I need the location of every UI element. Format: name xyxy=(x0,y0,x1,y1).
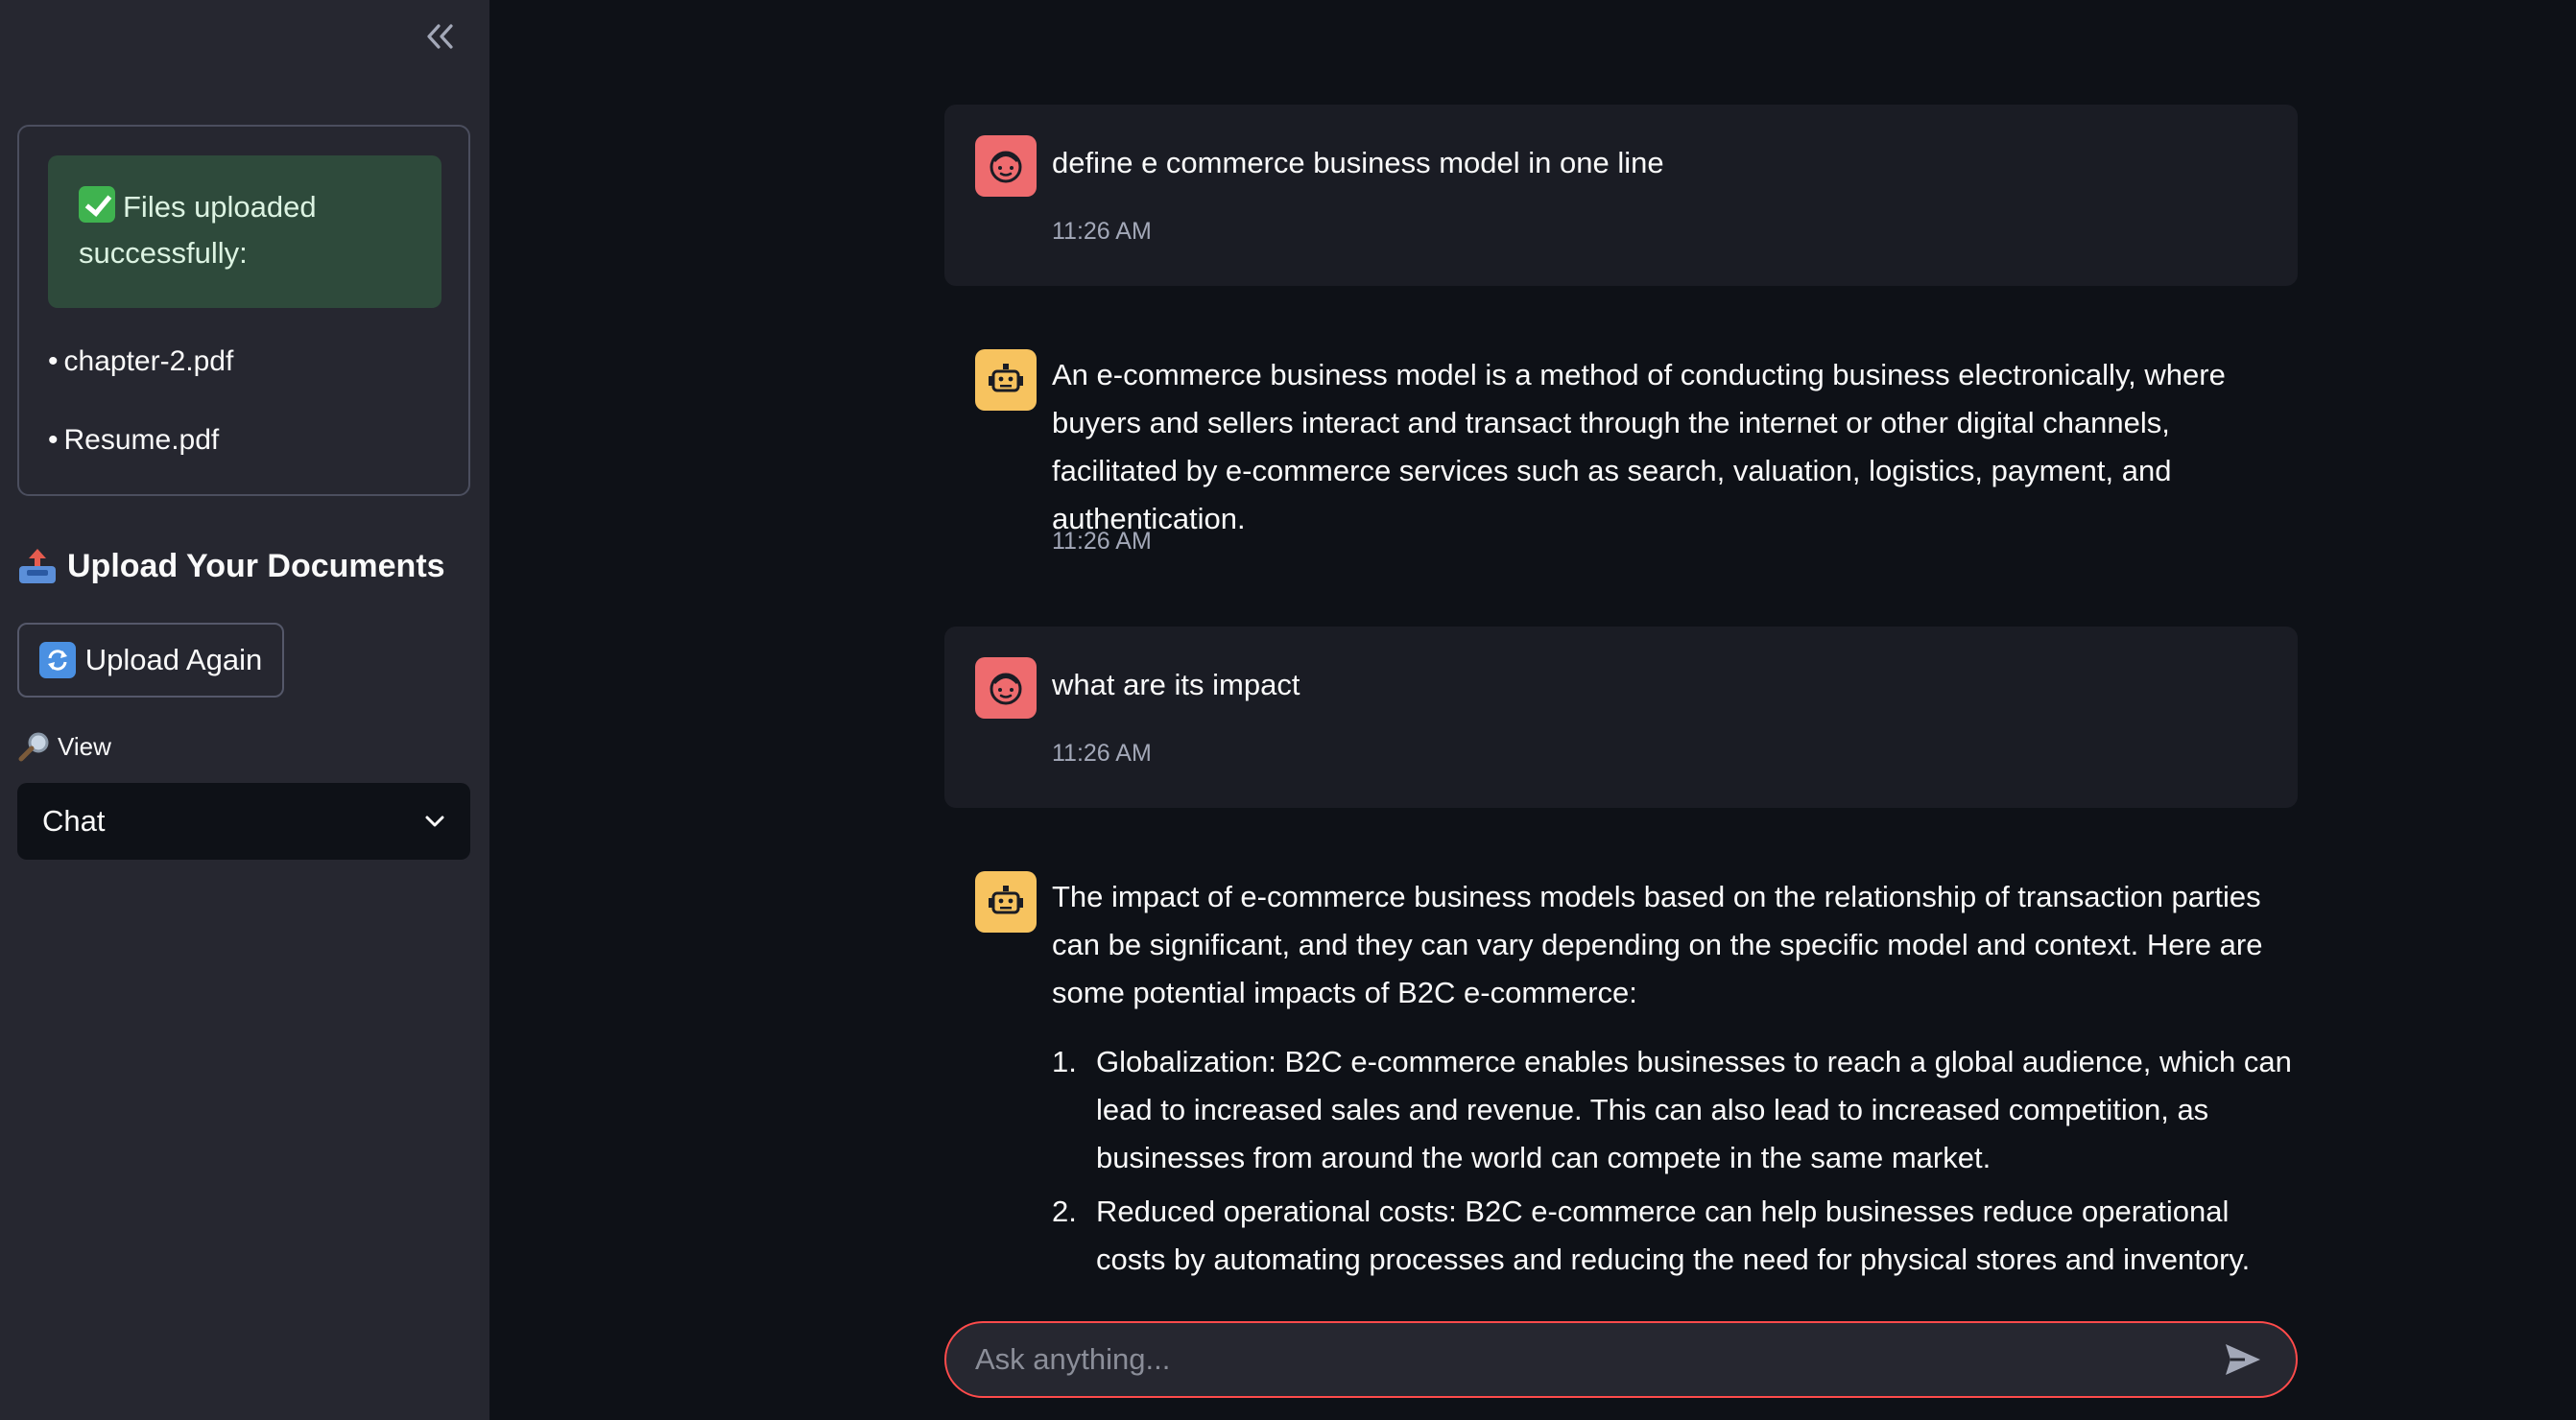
chat-message-assistant: An e-commerce business model is a method… xyxy=(944,319,2298,578)
list-number: 2. xyxy=(1052,1195,1077,1228)
assistant-avatar xyxy=(975,871,1037,933)
upload-heading-text: Upload Your Documents xyxy=(67,547,445,584)
user-avatar xyxy=(975,135,1037,197)
upload-section-heading: Upload Your Documents xyxy=(17,547,445,585)
chat-input-container xyxy=(944,1321,2298,1398)
chat-message-user: what are its impact 11:26 AM xyxy=(944,627,2298,808)
assistant-avatar xyxy=(975,349,1037,411)
message-text: what are its impact xyxy=(1052,668,1300,701)
refresh-icon xyxy=(38,642,76,678)
chat-message-assistant: The impact of e-commerce business models… xyxy=(944,840,2298,1287)
message-timestamp: 11:26 AM xyxy=(1052,218,1152,245)
robot-icon xyxy=(989,886,1023,914)
list-item: 2. Reduced operational costs: B2C e-comm… xyxy=(1052,1188,2298,1287)
chevron-down-icon xyxy=(425,816,444,827)
collapse-sidebar-button[interactable] xyxy=(418,17,461,56)
chat-message-user: define e commerce business model in one … xyxy=(944,105,2298,286)
user-face-icon xyxy=(990,673,1022,705)
upload-again-label: Upload Again xyxy=(84,643,263,676)
message-timestamp: 11:26 AM xyxy=(1052,528,1152,555)
view-select[interactable]: Chat xyxy=(17,783,470,860)
user-face-icon xyxy=(990,151,1022,183)
success-alert: Files uploaded successfully: xyxy=(48,155,441,308)
robot-icon xyxy=(989,364,1023,392)
file-name: Resume.pdf xyxy=(63,424,220,456)
bullet-icon: • xyxy=(48,345,59,377)
double-chevron-left-icon xyxy=(427,24,453,49)
send-button[interactable] xyxy=(2219,1336,2267,1384)
file-item: • Resume.pdf xyxy=(48,424,219,457)
bullet-icon: • xyxy=(48,424,59,456)
uploaded-files-panel: Files uploaded successfully: • chapter-2.… xyxy=(17,125,470,496)
user-avatar xyxy=(975,657,1037,719)
message-text: The impact of e-commerce business models… xyxy=(1052,880,2263,1009)
list-item-text: Reduced operational costs: B2C e-commerc… xyxy=(1096,1195,2251,1276)
view-label-text: View xyxy=(58,731,111,761)
message-text: An e-commerce business model is a method… xyxy=(1052,358,2226,535)
chat-main: define e commerce business model in one … xyxy=(489,0,2576,1420)
sidebar: Files uploaded successfully: • chapter-2.… xyxy=(0,0,489,1420)
inbox-tray-icon xyxy=(19,549,56,583)
upload-again-button[interactable]: Upload Again xyxy=(17,623,284,698)
impact-list: 1. Globalization: B2C e-commerce enables… xyxy=(1052,1038,2298,1287)
magnifying-glass-icon xyxy=(18,732,49,762)
app: Files uploaded successfully: • chapter-2.… xyxy=(0,0,2576,1420)
view-select-value: Chat xyxy=(42,804,106,838)
list-item-text: Globalization: B2C e-commerce enables bu… xyxy=(1096,1045,2292,1174)
list-item: 1. Globalization: B2C e-commerce enables… xyxy=(1052,1038,2298,1182)
file-name: chapter-2.pdf xyxy=(63,345,234,377)
send-icon xyxy=(2226,1344,2260,1375)
message-content: The impact of e-commerce business models… xyxy=(1052,873,2298,1287)
message-timestamp: 11:26 AM xyxy=(1052,740,1152,767)
chat-input[interactable] xyxy=(975,1342,2219,1377)
list-number: 1. xyxy=(1052,1045,1077,1078)
file-item: • chapter-2.pdf xyxy=(48,345,233,378)
message-text: define e commerce business model in one … xyxy=(1052,146,1664,179)
check-mark-icon xyxy=(79,186,115,223)
view-label: View xyxy=(17,731,111,762)
